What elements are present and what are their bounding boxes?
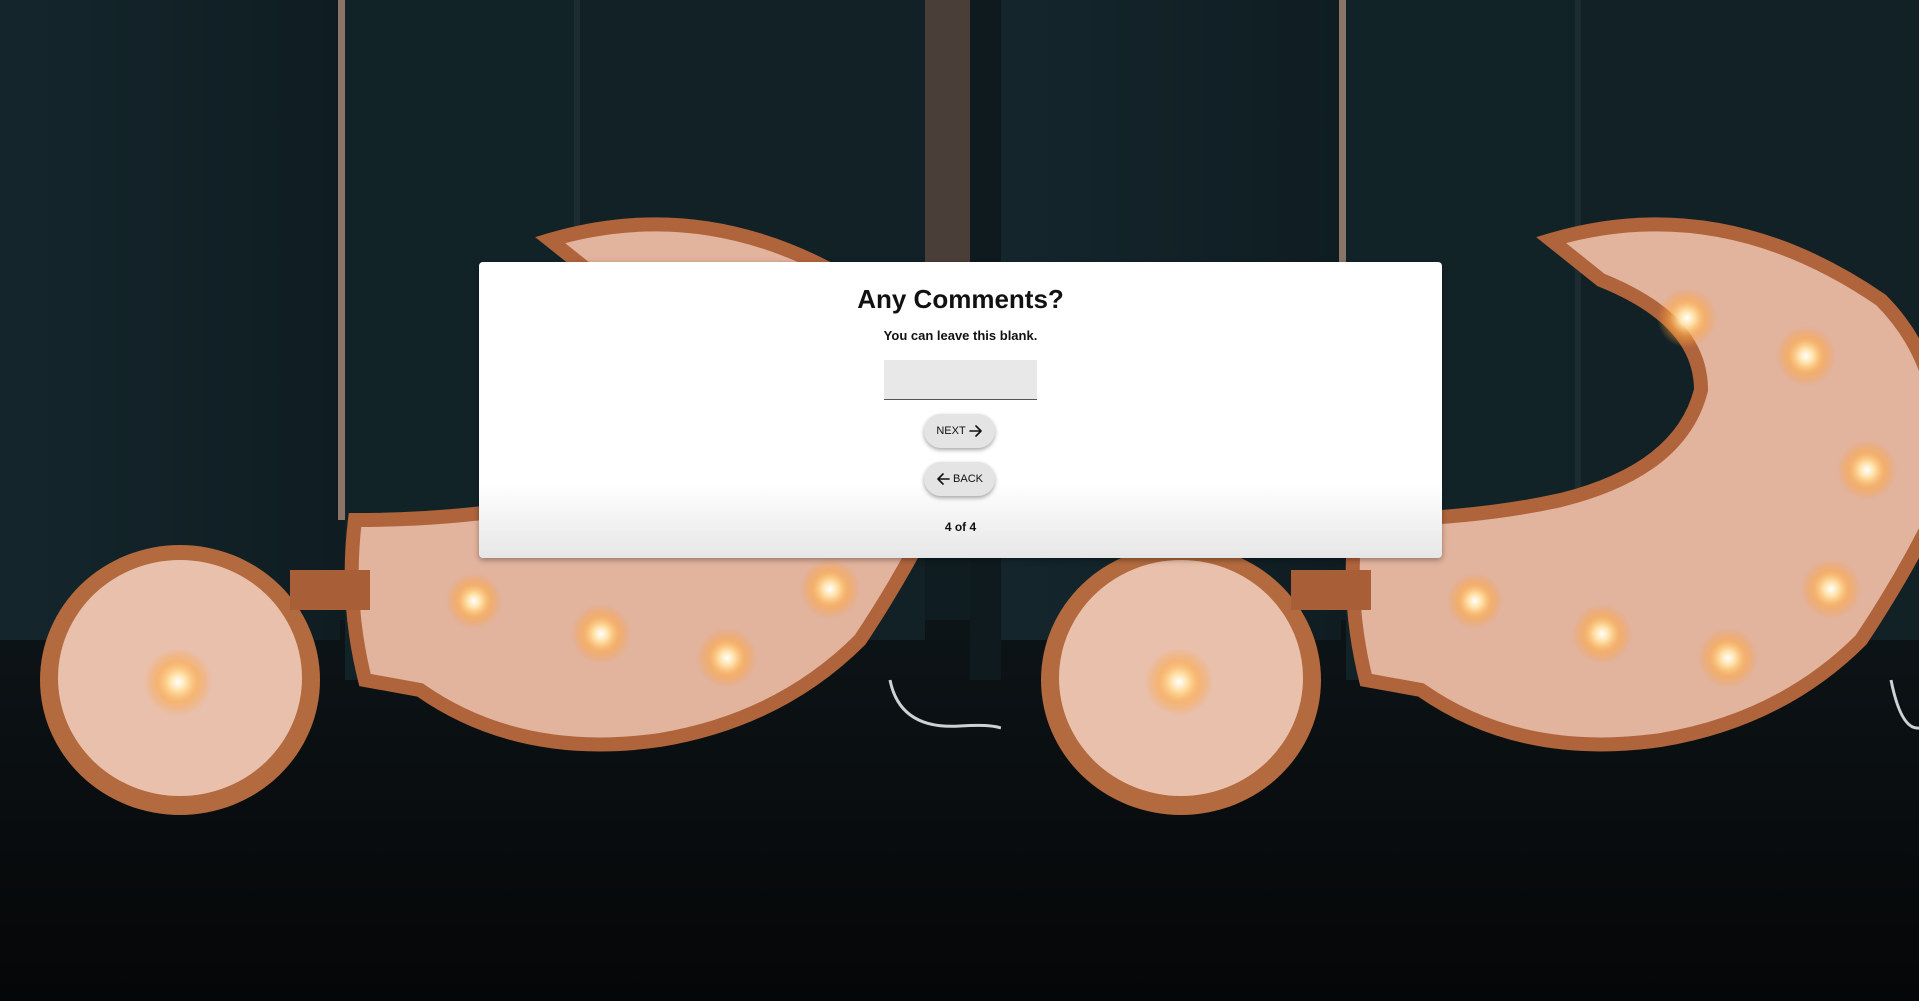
progress-indicator: 4 of 4 xyxy=(944,520,977,534)
arrow-left-icon xyxy=(936,473,950,485)
back-button-label: BACK xyxy=(953,473,983,485)
comment-input[interactable] xyxy=(884,360,1037,400)
back-button[interactable]: BACK xyxy=(924,462,995,496)
next-button-label: NEXT xyxy=(936,425,966,437)
subtitle: You can leave this blank. xyxy=(883,328,1038,343)
arrow-right-icon xyxy=(968,425,983,437)
next-button[interactable]: NEXT xyxy=(924,414,995,448)
comments-card: Any Comments? You can leave this blank. … xyxy=(479,262,1442,558)
page-title: Any Comments? xyxy=(857,284,1064,314)
